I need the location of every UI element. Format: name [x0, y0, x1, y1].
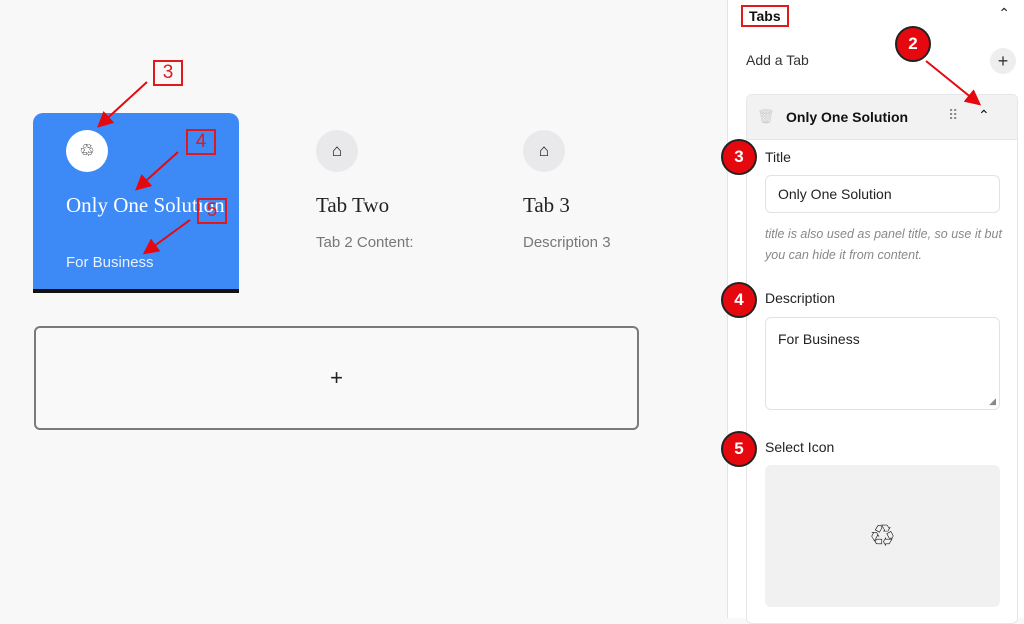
tab-description: Tab 2 Content:: [316, 234, 414, 251]
tab-title: Tab 3: [523, 193, 570, 217]
description-value: For Business: [778, 331, 860, 347]
annotation-box-3: 3: [153, 60, 183, 86]
title-label: Title: [765, 149, 791, 165]
trash-icon[interactable]: 🗑: [757, 108, 775, 125]
tab-three[interactable]: ⌂ Tab 3 Description 3: [523, 113, 729, 293]
tab-item-title: Only One Solution: [786, 109, 909, 125]
recycle-icon: ♲: [66, 130, 108, 172]
annotation-marker-4: 4: [721, 282, 757, 318]
section-title-tabs[interactable]: Tabs: [741, 5, 789, 27]
description-textarea[interactable]: For Business ◢: [765, 317, 1000, 410]
tab-title: Tab Two: [316, 193, 390, 217]
add-tab-button[interactable]: +: [990, 48, 1016, 74]
editor-canvas: ♲ Only One Solution For Business ⌂ Tab T…: [0, 0, 727, 618]
home-icon: ⌂: [523, 130, 565, 172]
annotation-box-4: 4: [186, 129, 216, 155]
recycle-icon: ♲: [869, 519, 896, 553]
description-label: Description: [765, 290, 836, 306]
add-block-button[interactable]: +: [34, 326, 639, 430]
resize-handle-icon[interactable]: ◢: [989, 396, 996, 407]
chevron-up-icon[interactable]: ⌃: [978, 107, 990, 124]
drag-handle-icon[interactable]: ⠿: [948, 107, 958, 124]
home-icon: ⌂: [316, 130, 358, 172]
annotation-marker-3: 3: [721, 139, 757, 175]
select-icon-label: Select Icon: [765, 439, 835, 455]
tab-item-header[interactable]: 🗑 Only One Solution ⠿ ⌃: [747, 95, 1017, 140]
add-tab-label: Add a Tab: [746, 52, 809, 68]
chevron-up-icon[interactable]: ⌃: [998, 5, 1010, 22]
annotation-box-5: 5: [197, 198, 227, 224]
settings-sidebar: Tabs ⌃ Add a Tab + 🗑 Only One Solution ⠿…: [727, 0, 1024, 624]
tab-description: Description 3: [523, 234, 611, 251]
tab-description: For Business: [66, 254, 154, 271]
tab-two[interactable]: ⌂ Tab Two Tab 2 Content:: [316, 113, 522, 293]
annotation-marker-2: 2: [895, 26, 931, 62]
annotation-marker-5: 5: [721, 431, 757, 467]
title-input[interactable]: Only One Solution: [765, 175, 1000, 213]
icon-picker[interactable]: ♲: [765, 465, 1000, 607]
tab-item-panel: 🗑 Only One Solution ⠿ ⌃ Title Only One S…: [746, 94, 1018, 624]
title-hint: title is also used as panel title, so us…: [765, 227, 1002, 262]
